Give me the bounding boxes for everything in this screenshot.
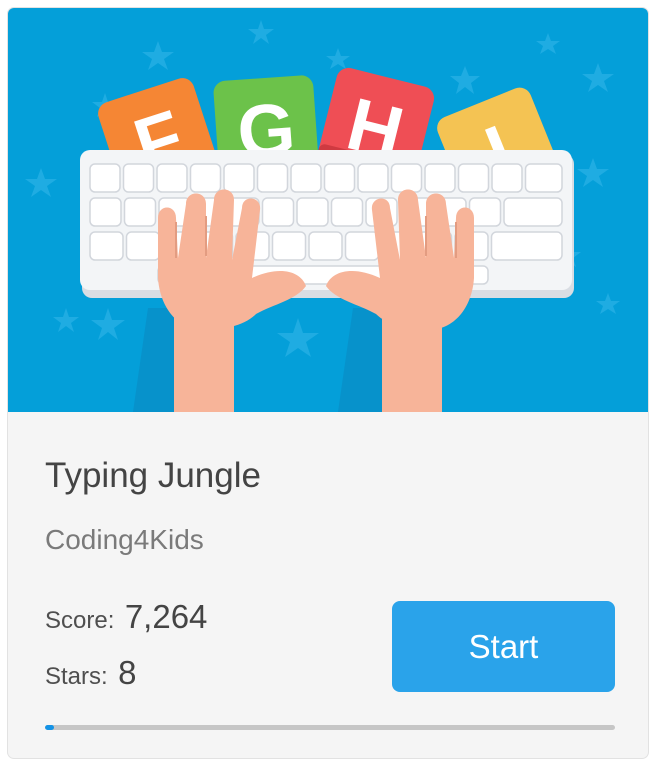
keyboard-key — [524, 163, 563, 193]
keyboard-key — [89, 163, 121, 193]
keyboard-key — [323, 163, 356, 193]
keyboard-key — [296, 197, 329, 227]
keyboard-key — [122, 163, 155, 193]
score-label: Score: — [45, 607, 115, 634]
stars-row: Stars: 8 — [45, 654, 137, 692]
keyboard-key — [424, 163, 456, 193]
progress-fill — [45, 725, 54, 730]
keyboard-key — [290, 163, 322, 193]
keyboard-key — [89, 231, 124, 261]
card-body: Typing Jungle Coding4Kids Score: 7,264 S… — [8, 412, 648, 758]
keyboard-key — [156, 163, 188, 193]
keyboard-key — [491, 163, 523, 193]
keyboard-illustration — [80, 150, 574, 298]
keyboard-key — [357, 163, 389, 193]
keyboard-key — [261, 197, 295, 227]
keyboard-key — [390, 163, 423, 193]
keyboard-key — [503, 197, 563, 227]
progress-bar — [45, 725, 615, 730]
typing-illustration: F G H I — [25, 20, 620, 412]
stars-value: 8 — [118, 654, 137, 691]
keyboard-key — [490, 231, 563, 261]
keyboard-key — [271, 231, 307, 261]
keyboard-key — [330, 197, 364, 227]
keyboard-key — [457, 163, 490, 193]
start-button[interactable]: Start — [392, 601, 615, 692]
keyboard-key — [223, 163, 255, 193]
keyboard-key — [256, 163, 289, 193]
keyboard-key — [89, 197, 122, 227]
keyboard-key — [468, 197, 502, 227]
keyboard-key — [123, 197, 157, 227]
score-value: 7,264 — [124, 598, 208, 635]
game-author: Coding4Kids — [45, 524, 204, 555]
game-title[interactable]: Typing Jungle — [45, 456, 261, 496]
keyboard-key — [308, 231, 343, 261]
keyboard-key — [189, 163, 222, 193]
stars-label: Stars: — [45, 663, 108, 690]
keyboard-key — [344, 231, 380, 261]
score-row: Score: 7,264 — [45, 598, 207, 636]
keyboard-key — [125, 231, 161, 261]
game-banner-image: F G H I — [8, 8, 648, 412]
game-card[interactable]: F G H I — [8, 8, 648, 758]
